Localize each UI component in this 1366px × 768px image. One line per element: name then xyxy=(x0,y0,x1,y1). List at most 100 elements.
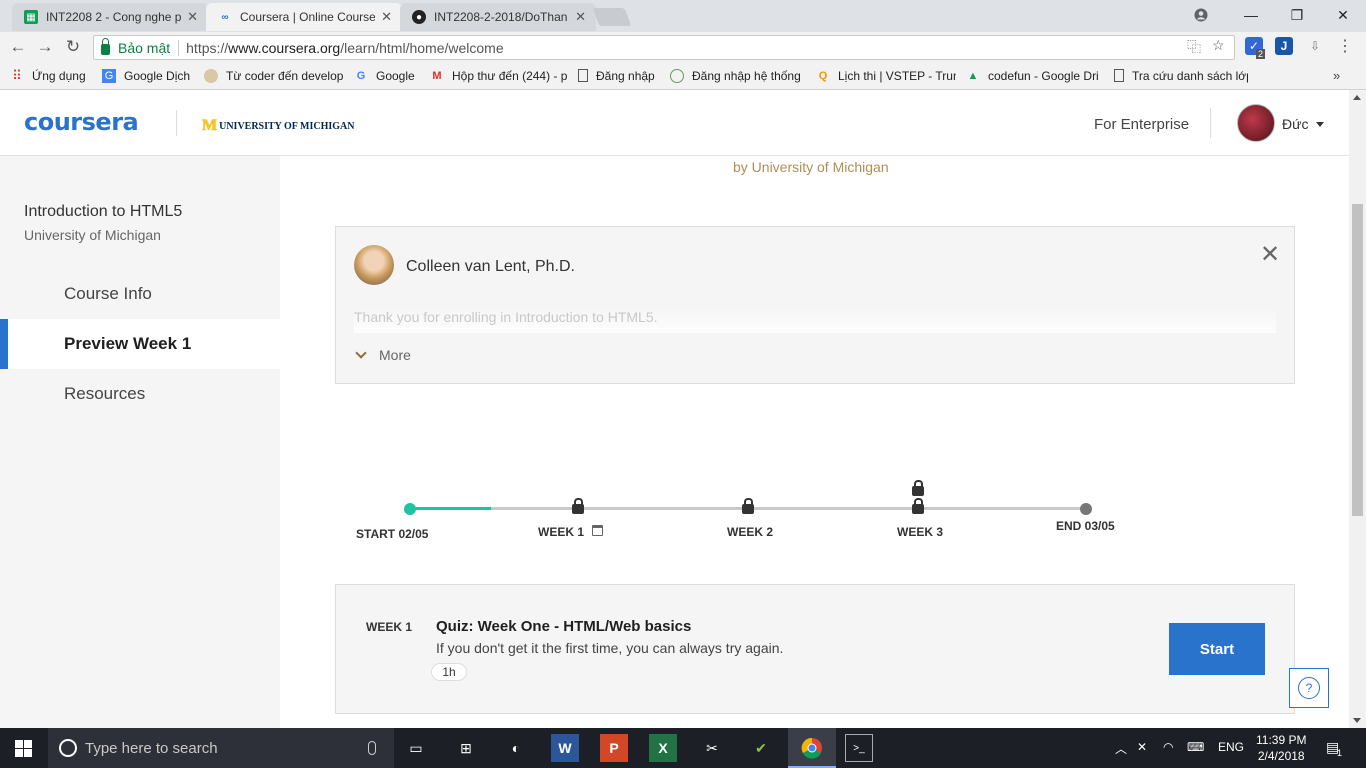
search-placeholder: Type here to search xyxy=(85,739,218,757)
bookmarks-bar: ⠿ Ứng dụng G Google Dịch Từ coder đến de… xyxy=(0,62,1366,90)
unikey-icon[interactable]: ✔ xyxy=(747,734,775,762)
taskbar-search-input[interactable]: Type here to search xyxy=(48,728,394,768)
forward-button[interactable]: → xyxy=(33,36,57,58)
powerpoint-icon[interactable]: P xyxy=(600,734,628,762)
calendar-icon[interactable] xyxy=(592,525,603,536)
bookmark-google-dich[interactable]: G Google Dịch xyxy=(102,68,194,83)
close-tab-icon[interactable]: ✕ xyxy=(575,9,586,25)
download-icon[interactable]: ⇩ xyxy=(1306,37,1324,55)
timeline-week-1-label[interactable]: WEEK 1 xyxy=(538,525,584,539)
bookmark-icon xyxy=(204,68,218,83)
address-bar[interactable]: Bảo mật https://www.coursera.org/learn/h… xyxy=(93,35,1235,60)
globe-icon xyxy=(670,68,684,83)
course-byline: by University of Michigan xyxy=(733,159,889,175)
apps-icon: ⠿ xyxy=(12,68,22,83)
bookmark-dang-nhap[interactable]: Đăng nhập xyxy=(578,69,660,83)
user-name[interactable]: Đức xyxy=(1282,116,1308,132)
new-tab-button[interactable] xyxy=(592,8,632,26)
start-button[interactable]: Start xyxy=(1169,623,1265,675)
show-hidden-icons-icon[interactable]: ︿ xyxy=(1115,740,1127,757)
language-indicator[interactable]: ENG xyxy=(1218,740,1244,754)
bookmark-gmail[interactable]: M Hộp thư đến (244) - p xyxy=(430,69,568,83)
timeline-week-2-label[interactable]: WEEK 2 xyxy=(727,525,773,539)
snipping-tool-icon[interactable]: ✂ xyxy=(698,734,726,762)
bookmark-dang-nhap-he-thong[interactable]: Đăng nhập hệ thống xyxy=(670,68,806,83)
clock-date: 2/4/2018 xyxy=(1257,749,1305,763)
lock-icon xyxy=(912,480,924,496)
umich-m-mark: M xyxy=(202,117,218,135)
for-enterprise-link[interactable]: For Enterprise xyxy=(1094,116,1189,133)
close-tab-icon[interactable]: ✕ xyxy=(381,9,392,25)
browser-tab-sheets[interactable]: ▦ INT2208 2 - Cong nghe p ✕ xyxy=(12,3,208,31)
back-button[interactable]: ← xyxy=(6,36,30,58)
bookmarks-overflow-icon[interactable]: » xyxy=(1333,68,1340,83)
close-window-button[interactable]: ✕ xyxy=(1320,0,1366,30)
input-method-icon[interactable]: ✕ xyxy=(1137,740,1147,754)
more-toggle[interactable]: More xyxy=(354,347,411,363)
store-icon[interactable]: ⊞ xyxy=(452,734,480,762)
cortana-icon xyxy=(59,739,77,757)
bookmark-google[interactable]: G Google xyxy=(354,69,420,83)
github-icon: ● xyxy=(412,10,426,24)
word-icon[interactable]: W xyxy=(551,734,579,762)
scroll-down-icon[interactable] xyxy=(1353,718,1361,723)
site-header: coursera M UNIVERSITY OF MICHIGAN For Ent… xyxy=(0,90,1349,156)
reload-button[interactable]: ↻ xyxy=(61,36,85,58)
week-tag: WEEK 1 xyxy=(366,620,413,634)
chevron-down-icon xyxy=(355,347,367,359)
partner-name: UNIVERSITY OF MICHIGAN xyxy=(219,120,355,132)
lock-icon xyxy=(742,498,754,514)
avatar[interactable] xyxy=(1237,104,1275,142)
lock-icon xyxy=(912,498,924,514)
timeline-week-3-label[interactable]: WEEK 3 xyxy=(897,525,943,539)
timeline-progress xyxy=(410,507,492,510)
more-label: More xyxy=(379,347,411,363)
course-sidebar: Introduction to HTML5 University of Mich… xyxy=(0,156,280,728)
taskbar-clock[interactable]: 11:39 PM 2/4/2018 xyxy=(1256,732,1306,764)
keyboard-icon[interactable]: ⌨ xyxy=(1187,740,1204,754)
secure-indicator[interactable]: Bảo mật xyxy=(94,38,180,56)
extension-j-icon[interactable]: J xyxy=(1275,37,1293,55)
app-circle-icon[interactable]: ◐ xyxy=(502,734,530,762)
course-org: University of Michigan xyxy=(24,227,161,243)
browser-tab-coursera[interactable]: ∞ Coursera | Online Course ✕ xyxy=(206,3,402,31)
sidebar-item-resources[interactable]: Resources xyxy=(0,369,280,419)
course-title[interactable]: Introduction to HTML5 xyxy=(24,203,182,221)
minimize-button[interactable]: — xyxy=(1228,0,1274,30)
menu-icon[interactable]: ⋮ xyxy=(1336,37,1354,55)
university-of-michigan-logo[interactable]: M UNIVERSITY OF MICHIGAN xyxy=(202,117,355,135)
windows-start-icon[interactable] xyxy=(15,740,32,757)
sidebar-item-course-info[interactable]: Course Info xyxy=(0,269,280,319)
scrollbar-thumb[interactable] xyxy=(1352,204,1363,516)
quiz-title[interactable]: Quiz: Week One - HTML/Web basics xyxy=(436,618,691,635)
clock-time: 11:39 PM xyxy=(1256,733,1307,747)
bookmark-star-icon[interactable]: ☆ xyxy=(1212,37,1225,54)
page-scrollbar[interactable] xyxy=(1349,90,1366,728)
browser-tab-github[interactable]: ● INT2208-2-2018/DoThan ✕ xyxy=(400,3,596,31)
bookmark-codefun[interactable]: ▲ codefun - Google Dri xyxy=(966,69,1104,83)
sidebar-item-preview-week-1[interactable]: Preview Week 1 xyxy=(0,319,280,369)
chrome-icon[interactable] xyxy=(798,734,826,762)
excel-icon[interactable]: X xyxy=(649,734,677,762)
close-icon[interactable]: ✕ xyxy=(1260,243,1280,267)
help-button[interactable]: ? xyxy=(1289,668,1329,708)
secure-label: Bảo mật xyxy=(118,39,171,56)
microphone-icon[interactable] xyxy=(368,741,376,755)
task-view-icon[interactable]: ▭ xyxy=(402,734,430,762)
close-tab-icon[interactable]: ✕ xyxy=(187,9,198,25)
wifi-icon[interactable]: ◠ xyxy=(1163,740,1173,754)
bookmark-apps[interactable]: ⠿ Ứng dụng xyxy=(10,69,92,83)
maximize-button[interactable]: ❐ xyxy=(1274,0,1320,30)
bookmark-lich-thi[interactable]: Q Lịch thi | VSTEP - Trun xyxy=(816,69,956,83)
scroll-up-icon[interactable] xyxy=(1353,95,1361,100)
profile-icon[interactable] xyxy=(1178,0,1224,30)
translate-page-icon[interactable]: ⿻ xyxy=(1187,37,1201,57)
bookmark-tu-coder[interactable]: Từ coder đến develop xyxy=(204,68,344,83)
bookmark-tra-cuu[interactable]: Tra cứu danh sách lớp xyxy=(1114,69,1248,83)
chevron-down-icon[interactable] xyxy=(1316,122,1324,127)
page-icon xyxy=(578,69,588,82)
terminal-icon[interactable]: >_ xyxy=(845,734,873,762)
tab-title: INT2208 2 - Cong nghe p xyxy=(46,10,182,24)
instructor-message-card: Colleen van Lent, Ph.D. ✕ Thank you for … xyxy=(335,226,1295,384)
coursera-logo[interactable]: coursera xyxy=(24,108,139,136)
